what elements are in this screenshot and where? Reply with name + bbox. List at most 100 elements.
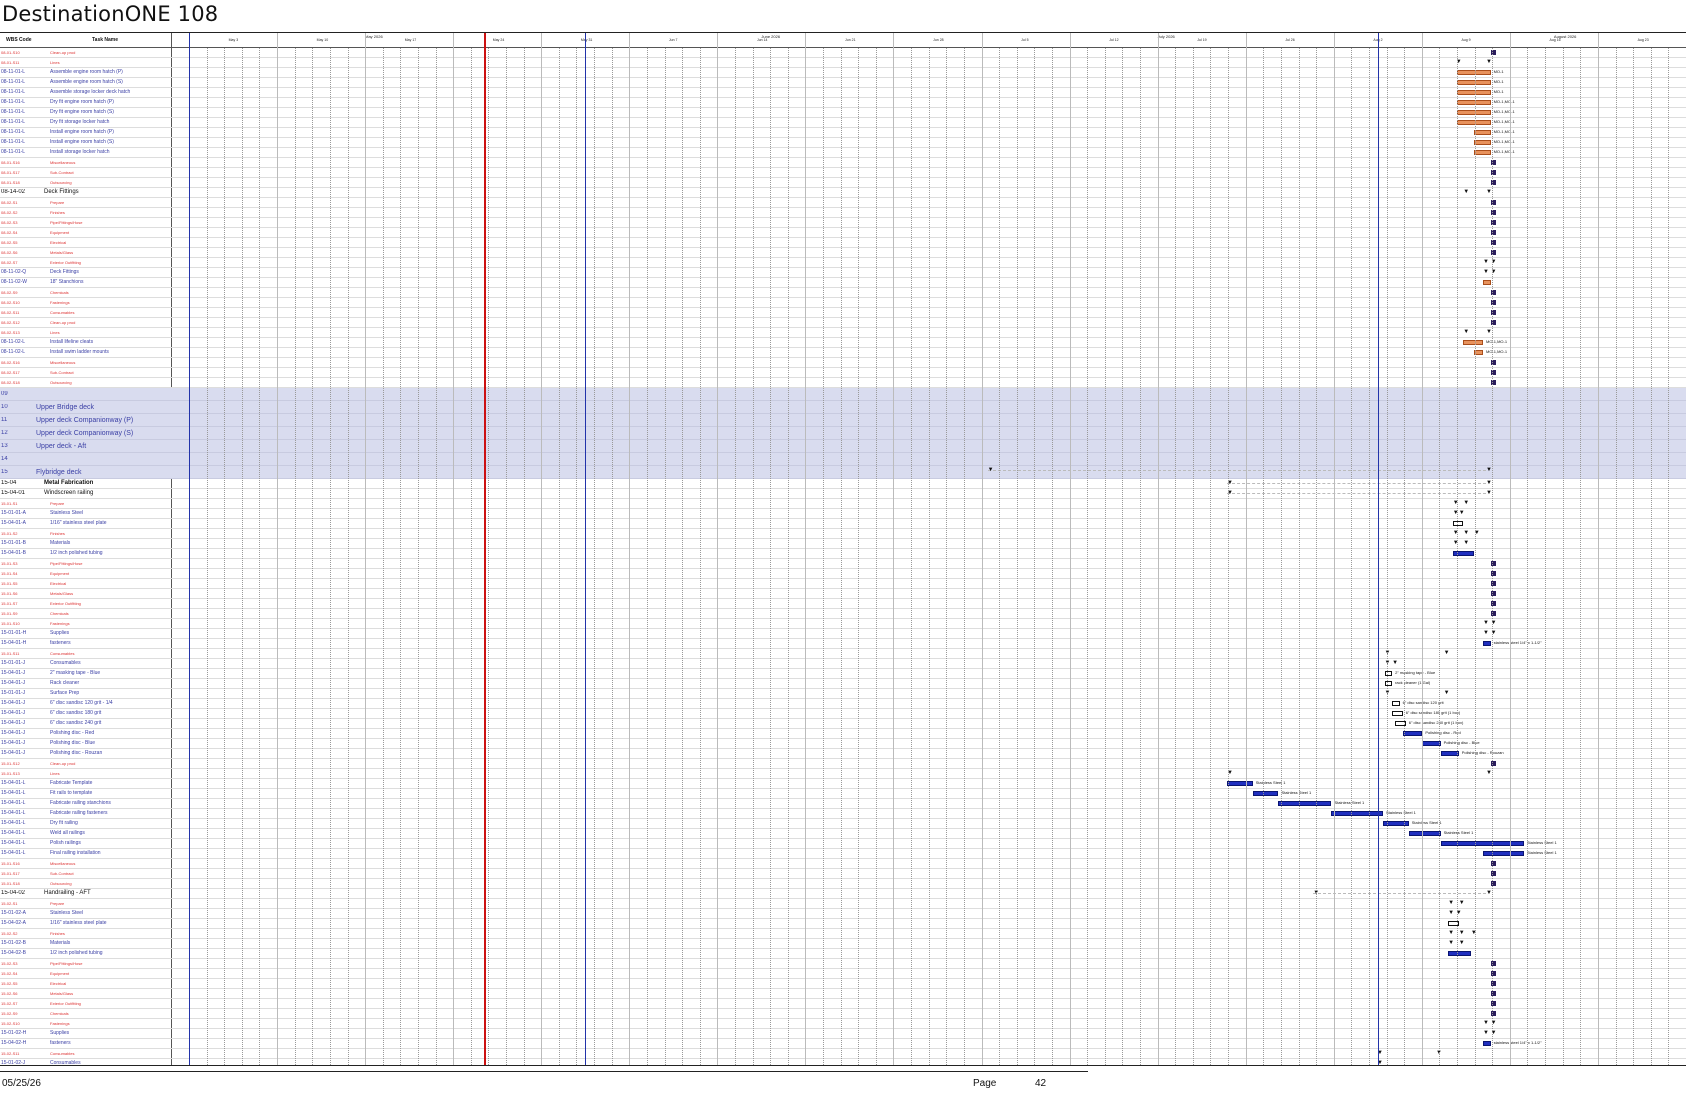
table-row[interactable]: 15-01-02-A Stainless Steel ▼ ▼ — [0, 909, 1686, 919]
table-row[interactable]: 15-04-02 Handrailing - AFT ▼ ▼ — [0, 889, 1686, 899]
table-row[interactable]: 15-01-02-B Materials ▼ ▼ — [0, 939, 1686, 949]
task-bar[interactable] — [1448, 951, 1471, 956]
table-row[interactable]: 14 — [0, 453, 1686, 466]
task-bar[interactable] — [1482, 280, 1491, 285]
table-row[interactable]: 15-02-S4 Equipment — [0, 969, 1686, 979]
task-bar[interactable] — [1463, 340, 1483, 345]
table-row[interactable]: 15-04-02-B 1/2 inch polished tubing — [0, 949, 1686, 959]
table-row[interactable]: 08-01-S16 Miscellaneous — [0, 158, 1686, 168]
table-row[interactable]: 08-11-01-L Assemble engine room hatch (P)… — [0, 68, 1686, 78]
table-row[interactable]: 15-01-S4 Equipment — [0, 569, 1686, 579]
table-row[interactable]: 15-04-01-B 1/2 inch polished tubing — [0, 549, 1686, 559]
task-bar[interactable] — [1482, 1041, 1491, 1046]
table-row[interactable]: 15-01-S11 Consumables ▼ ▼ — [0, 649, 1686, 659]
table-row[interactable]: 08-02-S12 Clean-up prod — [0, 318, 1686, 328]
task-bar[interactable] — [1440, 841, 1524, 846]
task-bar[interactable] — [1392, 701, 1400, 706]
table-row[interactable]: 15-01-S18 Outsourcing — [0, 879, 1686, 889]
table-row[interactable]: 15-01-S6 Metals/Glass — [0, 589, 1686, 599]
table-row[interactable]: 15-01-S9 Chemicals — [0, 609, 1686, 619]
table-row[interactable]: 15-01-S13 Lines ▼ ▼ — [0, 769, 1686, 779]
table-row[interactable]: 15-01-S3 Pipe/Fittings/Hose — [0, 559, 1686, 569]
table-row[interactable]: 15-02-S11 Consumables ▼ ▼ — [0, 1049, 1686, 1059]
table-row[interactable]: 11 Upper deck Companionway (P) — [0, 414, 1686, 427]
table-row[interactable]: 15-01-S5 Electrical — [0, 579, 1686, 589]
table-row[interactable]: 15-02-S2 Finishes ▼ ▼ ▼ — [0, 929, 1686, 939]
table-row[interactable]: 15-04-01-J 2" masking tape - Blue 2" maski… — [0, 669, 1686, 679]
table-row[interactable]: 15-04-01-L Fabricate railing fasteners Sta… — [0, 809, 1686, 819]
table-row[interactable]: 08-02-S9 Chemicals — [0, 288, 1686, 298]
table-row[interactable]: 08-02-S10 Fastenings — [0, 298, 1686, 308]
table-row[interactable]: 08-02-S3 Pipe/Fittings/Hose — [0, 218, 1686, 228]
task-bar[interactable] — [1452, 551, 1474, 556]
task-bar[interactable] — [1226, 781, 1253, 786]
table-row[interactable]: 15-04-01 Windscreen railing ▼ ▼ — [0, 489, 1686, 499]
table-row[interactable]: 15-01-S1 Prepare ▼ ▼ — [0, 499, 1686, 509]
table-row[interactable]: 15 Flybridge deck ▼ ▼ — [0, 466, 1686, 479]
task-bar[interactable] — [1408, 831, 1441, 836]
table-row[interactable]: 08-11-01-L Dry fit storage locker hatch MO… — [0, 118, 1686, 128]
table-row[interactable]: 08-11-01-L Install engine room hatch (S) M… — [0, 138, 1686, 148]
table-row[interactable]: 15-04-01-A 1/16" stainless steel plate — [0, 519, 1686, 529]
table-row[interactable]: 15-01-S7 Exterior Outfitting — [0, 599, 1686, 609]
task-bar[interactable] — [1422, 741, 1441, 746]
table-row[interactable]: 15-01-01-J Consumables ▼ ▼ — [0, 659, 1686, 669]
table-row[interactable]: 15-01-01-A Stainless Steel ▼ ▼ — [0, 509, 1686, 519]
table-row[interactable]: 15-02-S5 Electrical — [0, 979, 1686, 989]
table-row[interactable]: 15-04 Metal Fabrication ▼ ▼ — [0, 479, 1686, 489]
table-row[interactable]: 12 Upper deck Companionway (S) — [0, 427, 1686, 440]
table-row[interactable]: 15-01-S17 Sub-Contract — [0, 869, 1686, 879]
table-row[interactable]: 08-11-01-L Dry fit engine room hatch (P) M… — [0, 98, 1686, 108]
table-row[interactable]: 08-02-S7 Exterior Outfitting ▼ ▼ — [0, 258, 1686, 268]
table-row[interactable]: 15-04-01-H fasteners stainless steel 1/4" … — [0, 639, 1686, 649]
table-row[interactable]: 15-04-01-L Final railing installation Stai… — [0, 849, 1686, 859]
table-row[interactable]: 15-02-S6 Metals/Glass — [0, 989, 1686, 999]
table-row[interactable]: 08-02-S11 Consumables — [0, 308, 1686, 318]
table-row[interactable]: 08-11-01-L Install storage locker hatch MO… — [0, 148, 1686, 158]
table-row[interactable]: 08-02-S16 Miscellaneous — [0, 358, 1686, 368]
task-bar[interactable] — [1402, 731, 1423, 736]
table-row[interactable]: 13 Upper deck - Aft — [0, 440, 1686, 453]
table-row[interactable]: 15-04-01-J 6" disc sandisc 180 grit 6" dis… — [0, 709, 1686, 719]
table-row[interactable]: 15-04-01-L Fit rails to template Stainless… — [0, 789, 1686, 799]
table-row[interactable]: 08-02-S2 Finishes — [0, 208, 1686, 218]
table-row[interactable]: 08-02-S1 Prepare — [0, 198, 1686, 208]
task-bar[interactable] — [1482, 641, 1491, 646]
task-bar[interactable] — [1482, 851, 1524, 856]
table-row[interactable]: 15-04-01-J Polishing disc - Blue Polishing… — [0, 739, 1686, 749]
table-row[interactable]: 08-01-S11 Lines ▼ ▼ — [0, 58, 1686, 68]
table-row[interactable]: 15-04-01-J 6" disc sandisc 240 grit 6" dis… — [0, 719, 1686, 729]
table-row[interactable]: 15-02-S10 Fastenings ▼ ▼ — [0, 1019, 1686, 1029]
table-row[interactable]: 08-11-01-L Assemble engine room hatch (S)… — [0, 78, 1686, 88]
table-row[interactable]: 15-04-01-L Fabricate railing stanchions St… — [0, 799, 1686, 809]
table-row[interactable]: 08-02-S17 Sub-Contract — [0, 368, 1686, 378]
table-row[interactable]: 08-01-S18 Outsourcing — [0, 178, 1686, 188]
table-row[interactable]: 15-02-S3 Pipe/Fittings/Hose — [0, 959, 1686, 969]
task-bar[interactable] — [1440, 751, 1459, 756]
table-row[interactable]: 08-01-S10 Clean-up prod — [0, 48, 1686, 58]
table-row[interactable]: 08-02-S18 Outsourcing — [0, 378, 1686, 388]
table-row[interactable]: 08-01-S17 Sub-Contract — [0, 168, 1686, 178]
table-row[interactable]: 15-01-01-H Supplies ▼ ▼ — [0, 629, 1686, 639]
task-bar[interactable] — [1473, 150, 1491, 155]
table-row[interactable]: 10 Upper Bridge deck — [0, 401, 1686, 414]
table-row[interactable]: 08-11-02-L Install lifeline cleats MO-1,MO… — [0, 338, 1686, 348]
table-row[interactable]: 08-11-02-L Install swim ladder mounts MO-1… — [0, 348, 1686, 358]
table-row[interactable]: 15-04-01-J 6" disc sandisc 120 grit - 1/4… — [0, 699, 1686, 709]
table-row[interactable]: 08-11-01-L Assemble storage locker deck h… — [0, 88, 1686, 98]
table-row[interactable]: 08-11-02-W 18" Stanchions — [0, 278, 1686, 288]
table-row[interactable]: 15-04-01-J Polishing disc - Rouzan Polishi… — [0, 749, 1686, 759]
table-row[interactable]: 15-01-02-J Consumables ▼ — [0, 1059, 1686, 1065]
task-bar[interactable] — [1278, 801, 1332, 806]
table-row[interactable]: 08-11-02-Q Deck Fittings ▼ ▼ — [0, 268, 1686, 278]
table-row[interactable]: 15-01-S10 Fastenings ▼ ▼ — [0, 619, 1686, 629]
table-row[interactable]: 08-02-S4 Equipment — [0, 228, 1686, 238]
task-bar[interactable] — [1473, 130, 1491, 135]
table-row[interactable]: 08-02-S6 Metals/Glass — [0, 248, 1686, 258]
task-bar[interactable] — [1252, 791, 1279, 796]
task-bar[interactable] — [1331, 811, 1383, 816]
table-row[interactable]: 08-02-S13 Lines ▼ ▼ — [0, 328, 1686, 338]
table-row[interactable]: 08-14-02 Deck Fittings ▼ ▼ — [0, 188, 1686, 198]
table-row[interactable]: 09 — [0, 388, 1686, 401]
task-bar[interactable] — [1473, 140, 1491, 145]
